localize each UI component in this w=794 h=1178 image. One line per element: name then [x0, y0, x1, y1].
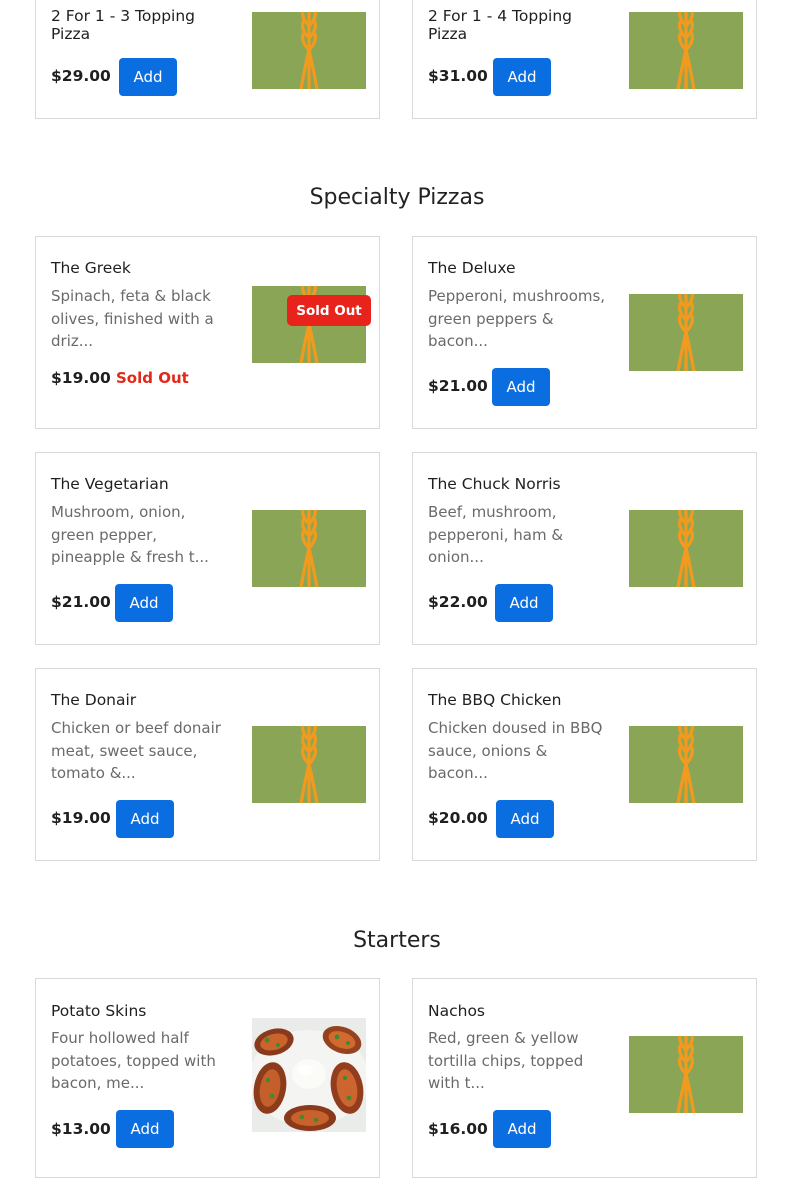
item-price: $19.00 — [51, 809, 111, 827]
menu-item-card[interactable]: 2 For 1 - 4 Topping Pizza $31.00 Add — [412, 0, 757, 119]
item-name: The Donair — [51, 691, 137, 709]
item-name: The Greek — [51, 259, 131, 277]
item-name: 2 For 1 - 4 Topping Pizza — [428, 7, 572, 43]
item-price: $19.00 — [51, 369, 111, 387]
menu-item-card[interactable]: Nachos Red, green & yellow tortilla chip… — [412, 978, 757, 1178]
menu-item-card[interactable]: The Chuck Norris Beef, mushroom, peppero… — [412, 452, 757, 645]
item-name: The Chuck Norris — [428, 475, 561, 493]
menu-item-card[interactable]: The BBQ Chicken Chicken doused in BBQ sa… — [412, 668, 757, 861]
item-description: Pepperoni, mushrooms, green peppers & ba… — [428, 287, 606, 350]
item-price: $20.00 — [428, 809, 488, 827]
item-description: Chicken or beef donair meat, sweet sauce… — [51, 719, 221, 782]
item-price: $16.00 — [428, 1120, 488, 1138]
item-name: Nachos — [428, 1002, 485, 1020]
add-button[interactable]: Add — [116, 800, 174, 838]
item-name: The BBQ Chicken — [428, 691, 562, 709]
item-price: $13.00 — [51, 1120, 111, 1138]
add-button[interactable]: Add — [116, 1110, 174, 1148]
item-description: Mushroom, onion, green pepper, pineapple… — [51, 503, 209, 566]
item-price: $21.00 — [51, 593, 111, 611]
item-name: The Deluxe — [428, 259, 516, 277]
item-price: $21.00 — [428, 377, 488, 395]
add-button[interactable]: Add — [115, 584, 173, 622]
add-button[interactable]: Add — [119, 58, 177, 96]
wheat-icon — [629, 1036, 743, 1113]
wheat-icon — [252, 510, 366, 587]
section-title-specialty: Specialty Pizzas — [309, 185, 485, 210]
add-button[interactable]: Add — [492, 368, 550, 406]
add-button[interactable]: Add — [493, 1110, 551, 1148]
sold-out-label: Sold Out — [116, 369, 189, 387]
item-name: The Vegetarian — [51, 475, 169, 493]
item-name: 2 For 1 - 3 Topping Pizza — [51, 7, 195, 43]
item-price: $31.00 — [428, 67, 488, 85]
menu-item-card[interactable]: Potato Skins Four hollowed half potatoes… — [35, 978, 380, 1178]
wheat-icon — [252, 726, 366, 803]
sold-out-badge: Sold Out — [287, 295, 371, 326]
add-button[interactable]: Add — [495, 584, 553, 622]
menu-item-card[interactable]: 2 For 1 - 3 Topping Pizza $29.00 Add — [35, 0, 380, 119]
menu-item-card[interactable]: The Deluxe Pepperoni, mushrooms, green p… — [412, 236, 757, 429]
add-button[interactable]: Add — [496, 800, 554, 838]
item-price: $29.00 — [51, 67, 111, 85]
add-button[interactable]: Add — [493, 58, 551, 96]
item-name: Potato Skins — [51, 1002, 147, 1020]
wheat-icon — [252, 12, 366, 89]
item-description: Spinach, feta & black olives, finished w… — [51, 287, 214, 350]
potato-skins-photo — [252, 1018, 366, 1132]
menu-item-card[interactable]: The Vegetarian Mushroom, onion, green pe… — [35, 452, 380, 645]
section-title-starters: Starters — [353, 928, 441, 953]
item-description: Red, green & yellow tortilla chips, topp… — [428, 1029, 584, 1092]
menu-item-card[interactable]: The Greek Spinach, feta & black olives, … — [35, 236, 380, 429]
item-description: Chicken doused in BBQ sauce, onions & ba… — [428, 719, 603, 782]
item-price: $22.00 — [428, 593, 488, 611]
wheat-icon — [629, 12, 743, 89]
menu-item-card[interactable]: The Donair Chicken or beef donair meat, … — [35, 668, 380, 861]
item-description: Beef, mushroom, pepperoni, ham & onion..… — [428, 503, 564, 566]
wheat-icon — [629, 726, 743, 803]
wheat-icon — [629, 294, 743, 371]
item-description: Four hollowed half potatoes, topped with… — [51, 1029, 216, 1092]
wheat-icon — [629, 510, 743, 587]
